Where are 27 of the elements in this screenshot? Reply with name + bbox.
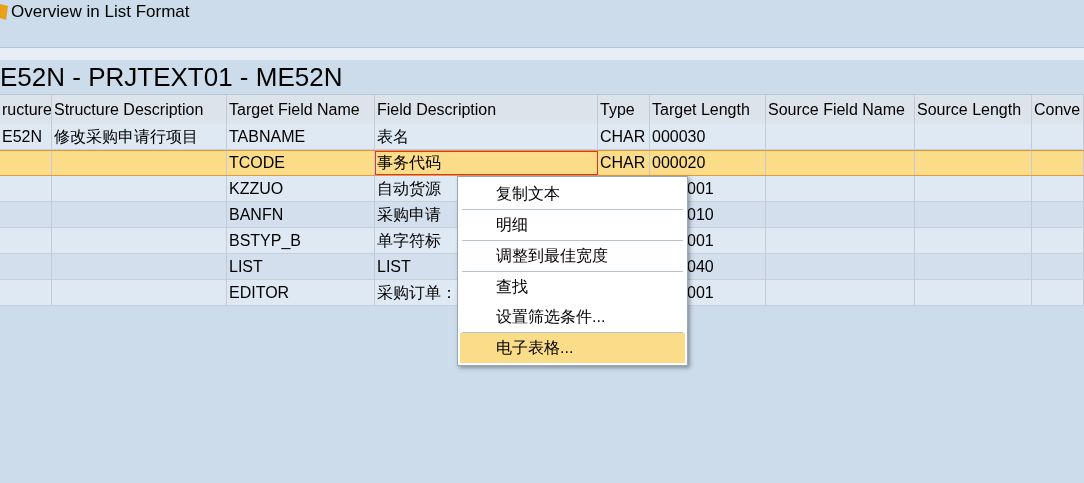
table-cell-text: 采购订单： [377, 282, 457, 303]
table-cell-text: 表名 [377, 126, 409, 147]
table-cell-text: TABNAME [229, 126, 306, 147]
table-cell-text: 自动货源 [377, 178, 441, 199]
table-cell-text: 001 [687, 230, 714, 251]
table-cell-text: BSTYP_B [229, 230, 302, 251]
table-cell-text: 000030 [652, 126, 706, 147]
table-cell-text: KZZUO [229, 178, 284, 199]
table-cell-text: CHAR [600, 153, 646, 173]
table-cell-text: 040 [687, 256, 714, 277]
window-title: Overview in List Format [11, 2, 190, 20]
table-cell-text: E52N [2, 126, 43, 147]
table-cell-text: CHAR [600, 126, 646, 147]
table-cell-text: 修改采购申请行项目 [54, 126, 198, 147]
table-cell-text: LIST [377, 256, 411, 277]
table-cell-text: 事务代码 [377, 153, 441, 173]
table-cell-text: 001 [687, 178, 714, 199]
table-cell-text: LIST [229, 256, 263, 277]
table-cell-text: TCODE [229, 153, 285, 173]
table-cell-text: 001 [687, 282, 714, 303]
table-cell-text: 000020 [652, 153, 706, 173]
table-cell-text: 单字符标 [377, 230, 441, 251]
table-cell-text: EDITOR [229, 282, 290, 303]
page-heading: E52N - PRJTEXT01 - ME52N [0, 60, 343, 94]
table-cell-text: 010 [687, 204, 714, 225]
table-cell-text: 采购申请 [377, 204, 441, 225]
table-cell-text: BANFN [229, 204, 284, 225]
